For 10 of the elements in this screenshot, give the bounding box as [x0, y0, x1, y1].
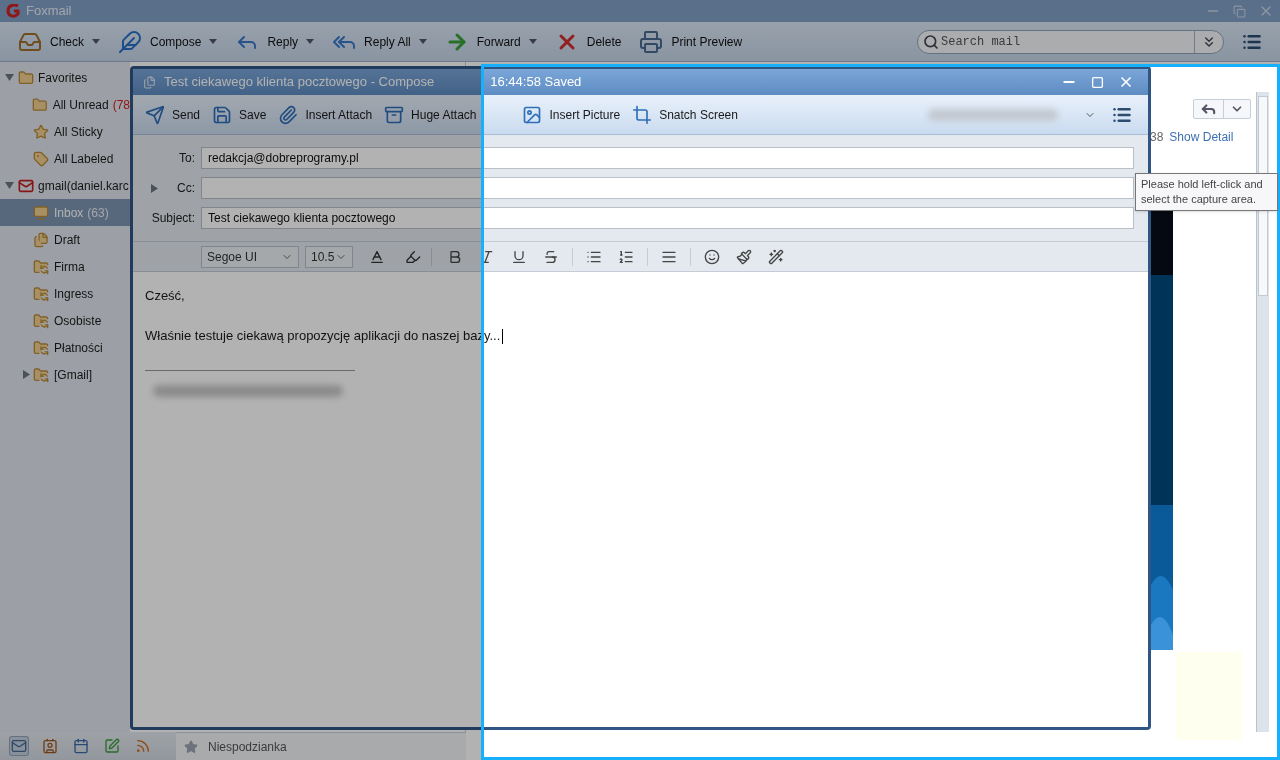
field-label: Subject:: [151, 210, 195, 227]
field-label: To:: [179, 150, 195, 167]
folder-label: Niespodzianka: [208, 738, 287, 756]
field-label: Cc:: [177, 180, 195, 197]
body-text: Cześć,: [145, 287, 186, 305]
compose-title: Test ciekawego klienta pocztowego - Compose: [164, 73, 435, 92]
tooltip: Please hold left-click and select the capture area.: [1135, 173, 1278, 211]
window-title: Foxmail: [26, 2, 72, 21]
saved-status: 16:44:58 Saved: [490, 73, 582, 92]
mail-time: 38: [1150, 129, 1164, 146]
